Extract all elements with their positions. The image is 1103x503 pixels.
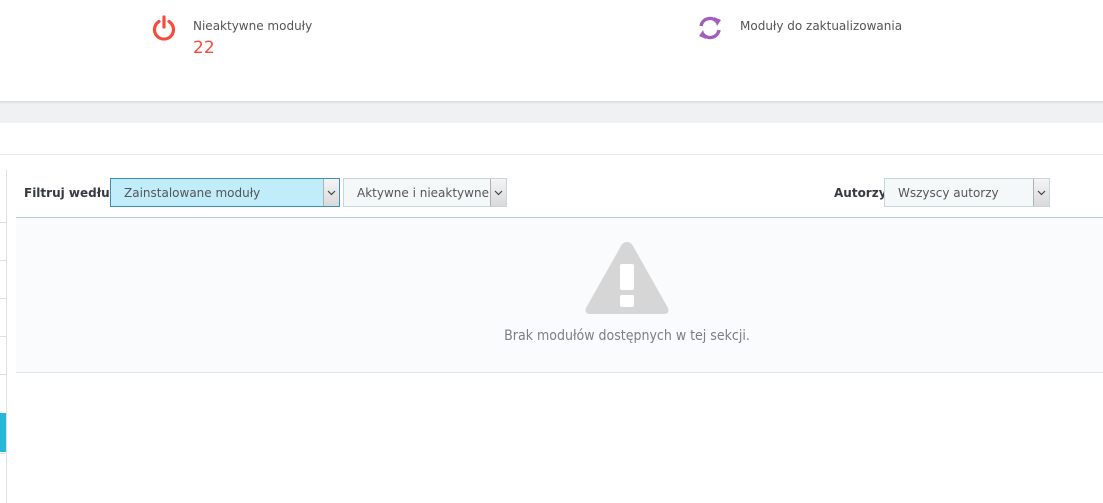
installed-modules-select-value: Zainstalowane moduły xyxy=(124,186,261,200)
power-icon xyxy=(152,15,176,41)
list-divider xyxy=(0,298,6,299)
authors-select[interactable]: Wszyscy autorzy xyxy=(884,178,1050,207)
authors-label: Autorzy xyxy=(834,186,887,200)
authors-select-value: Wszyscy autorzy xyxy=(898,186,999,200)
status-select-value: Aktywne i nieaktywne xyxy=(357,186,489,200)
status-select[interactable]: Aktywne i nieaktywne xyxy=(343,178,507,207)
filter-toolbar: Filtruj według Zainstalowane moduły Akty… xyxy=(16,170,1103,218)
left-category-list-edge xyxy=(0,170,7,503)
active-category-marker[interactable] xyxy=(0,413,6,452)
section-divider xyxy=(0,154,1103,155)
warning-icon xyxy=(585,242,669,314)
empty-state-panel: Brak modułów dostępnych w tej sekcji. xyxy=(16,218,1103,373)
chevron-down-icon[interactable] xyxy=(490,179,506,206)
list-divider xyxy=(0,453,6,454)
kpi-band: Nieaktywne moduły 22 Moduły do zaktualiz… xyxy=(0,0,1103,101)
empty-state-message: Brak modułów dostępnych w tej sekcji. xyxy=(504,328,750,344)
toolbar-spacer-band xyxy=(0,104,1103,123)
chevron-down-icon[interactable] xyxy=(323,179,339,206)
list-divider xyxy=(0,222,6,223)
installed-modules-select[interactable]: Zainstalowane moduły xyxy=(110,178,340,207)
kpi-inactive-value: 22 xyxy=(193,38,215,58)
list-divider xyxy=(0,374,6,375)
kpi-update-title: Moduły do zaktualizowania xyxy=(740,19,903,33)
list-divider xyxy=(0,260,6,261)
kpi-inactive-title: Nieaktywne moduły xyxy=(193,19,313,33)
list-divider xyxy=(0,336,6,337)
chevron-down-icon[interactable] xyxy=(1033,179,1049,206)
refresh-icon xyxy=(699,16,721,40)
filter-by-label: Filtruj według xyxy=(24,186,119,200)
